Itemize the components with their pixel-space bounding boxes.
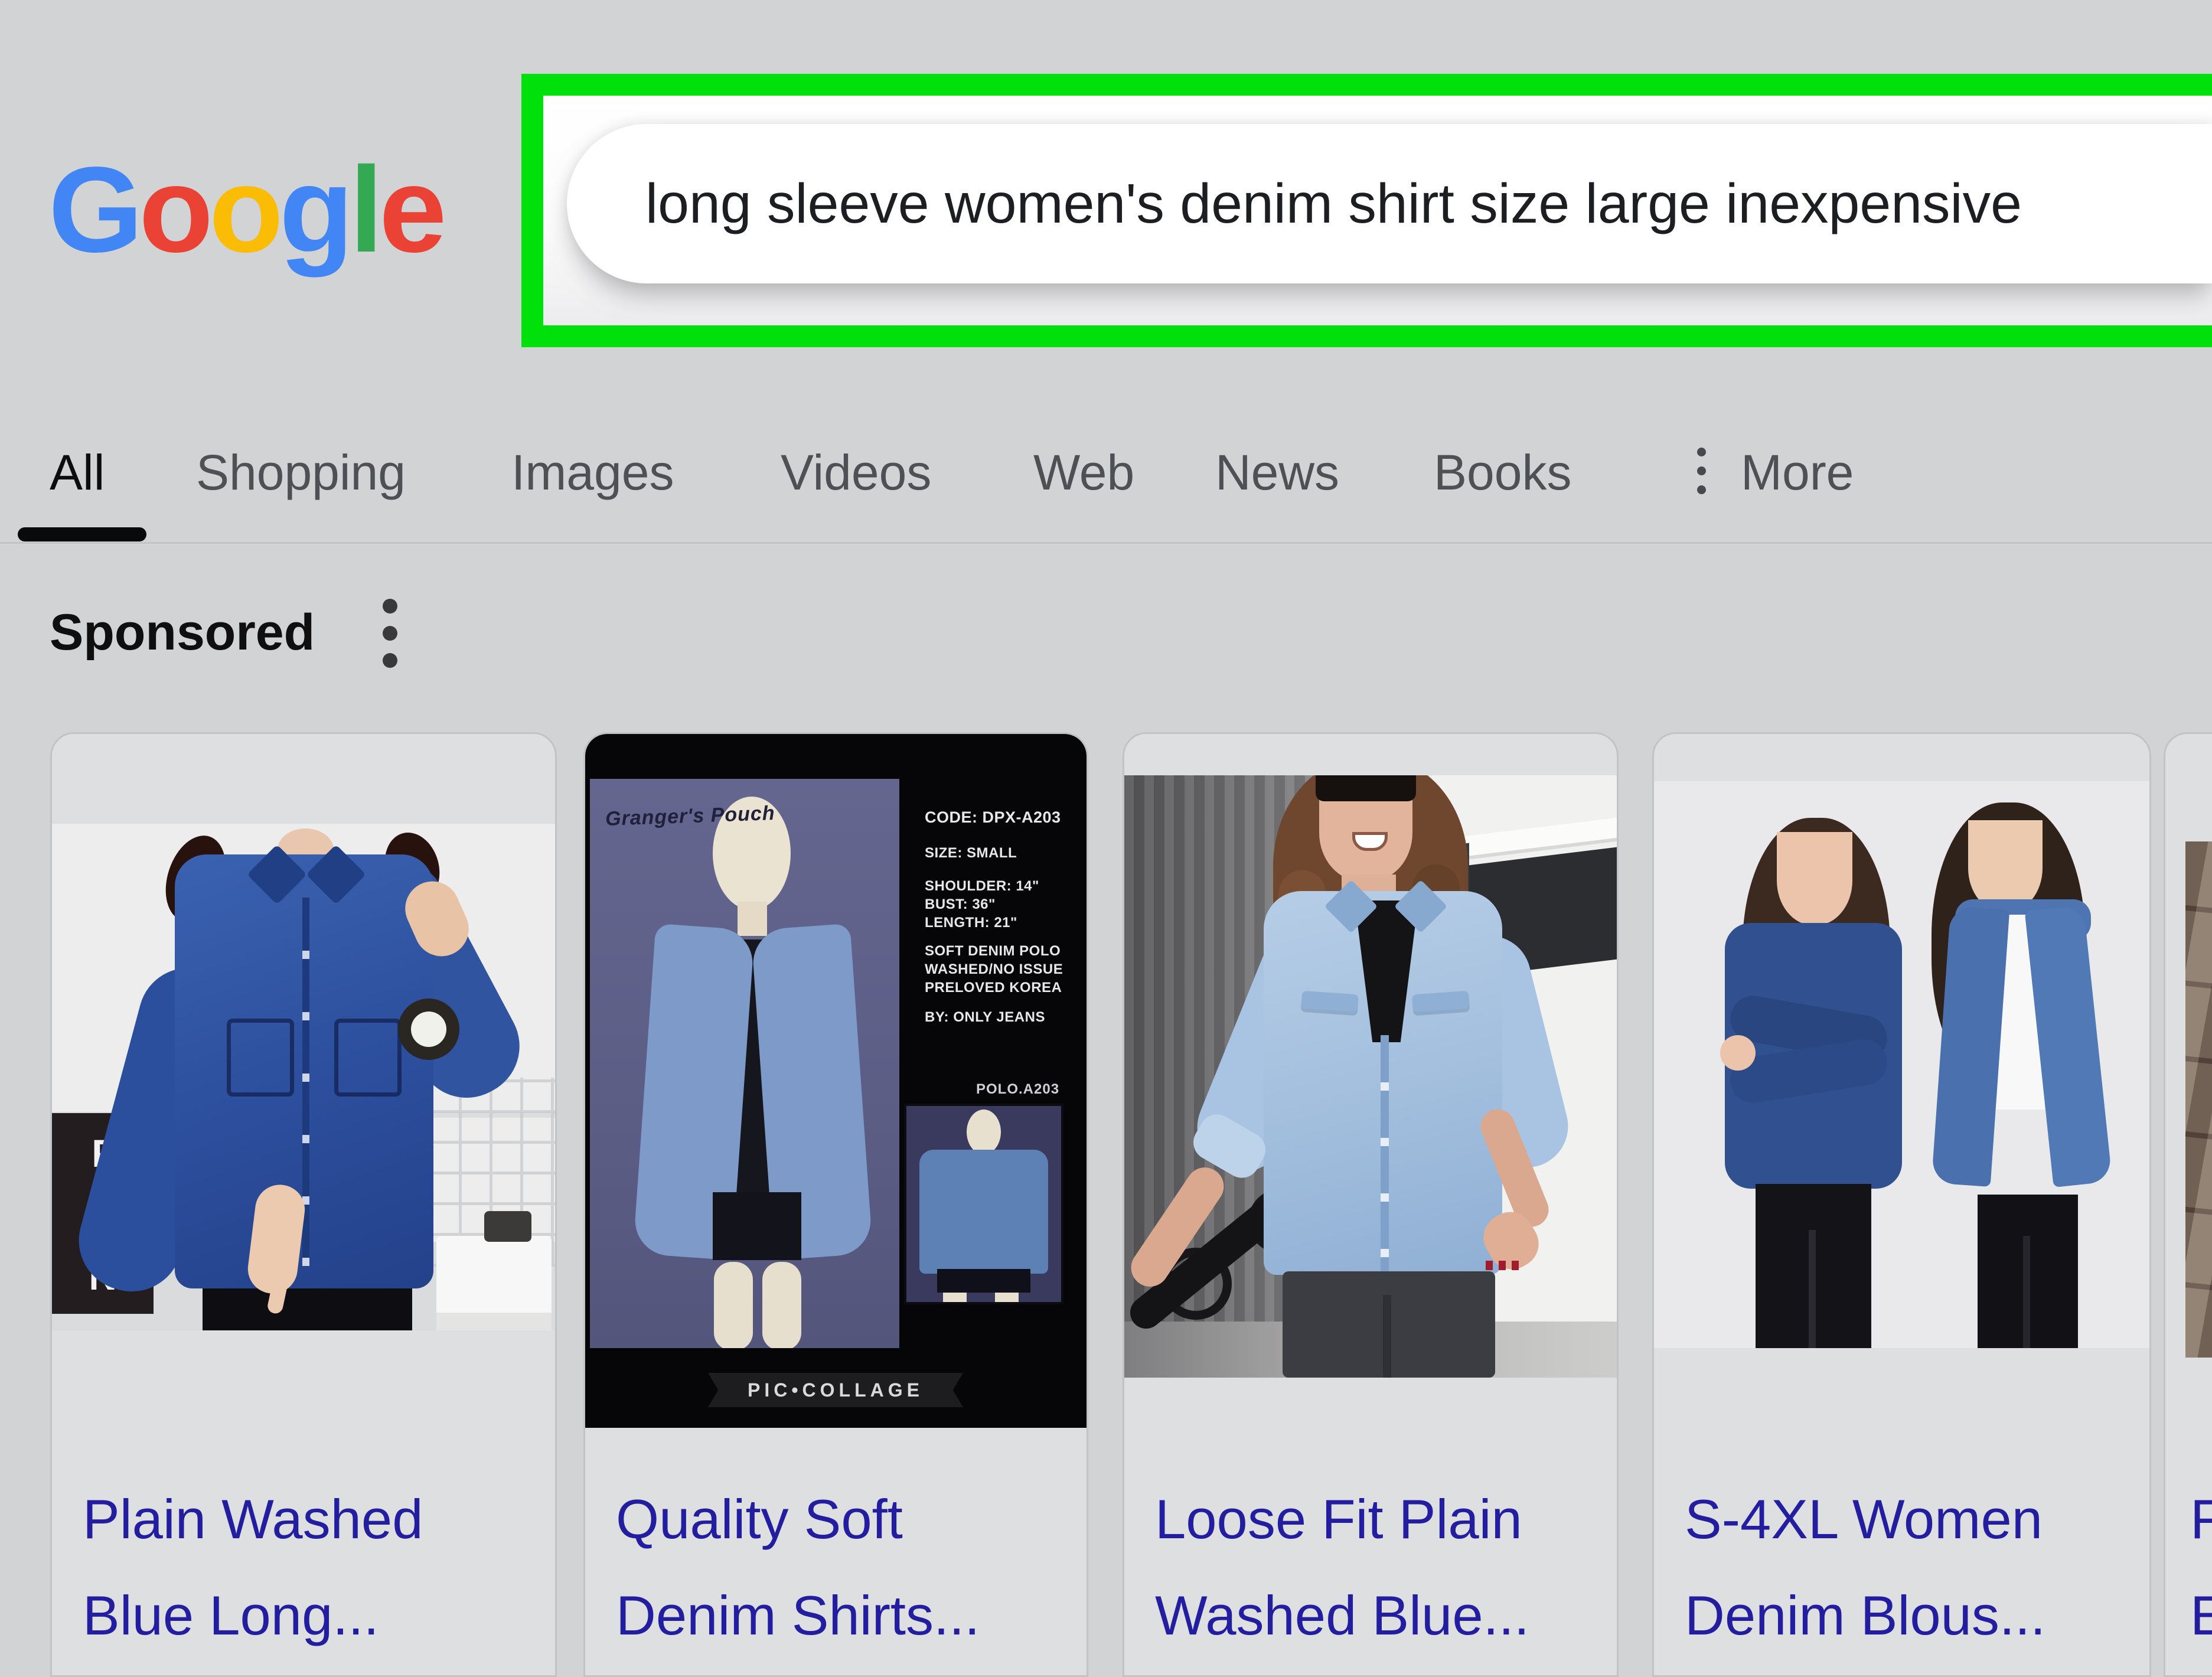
face-shape <box>1777 832 1852 925</box>
mannequin-leg-shape <box>943 1293 967 1304</box>
product-title[interactable]: Plain Washed Blue Long... <box>83 1471 540 1663</box>
two-models-photo-illustration <box>1654 781 2149 1348</box>
side-table-shape <box>436 1236 552 1330</box>
google-search-page: { "logo": { "letters": ["G", "o", "o", "… <box>0 0 2212 1658</box>
tab-books[interactable]: Books <box>1434 444 1571 501</box>
pocket-shape <box>227 1019 294 1097</box>
sunglasses-shape <box>1316 775 1416 801</box>
search-query-text[interactable]: long sleeve women's denim shirt size lar… <box>645 172 2022 236</box>
black-skirt-shape <box>937 1269 1030 1293</box>
product-title-line2[interactable]: Blue Long... <box>83 1567 540 1663</box>
pocket-shape <box>334 1019 402 1097</box>
description-line: SOFT DENIM POLO <box>925 942 1083 960</box>
logo-letter: g <box>279 142 350 278</box>
tab-web[interactable]: Web <box>1033 444 1134 501</box>
mannequin-neck-shape <box>738 902 767 936</box>
google-logo[interactable]: Google <box>48 149 443 270</box>
product-card[interactable]: Granger's Pouch CODE: DPX-A203 SIZE: SMA… <box>583 732 1088 1677</box>
tab-videos[interactable]: Videos <box>781 444 931 501</box>
product-image[interactable] <box>1654 734 2149 1428</box>
measurement-line: SHOULDER: 14" <box>925 877 1083 895</box>
logo-letter: l <box>350 142 379 278</box>
overlay-code-text: CODE: DPX-A203 <box>925 808 1083 827</box>
product-title-line2[interactable]: E <box>2190 1567 2212 1663</box>
description-line: WASHED/NO ISSUE <box>925 960 1083 978</box>
red-nails-shape <box>1486 1261 1521 1270</box>
product-image[interactable] <box>1124 734 1617 1428</box>
tab-more[interactable]: More <box>1741 444 1854 501</box>
product-title[interactable]: Quality Soft Denim Shirts... <box>616 1471 1071 1663</box>
overlay-measurements-text: SHOULDER: 14" BUST: 36" LENGTH: 21" <box>925 877 1083 932</box>
kebab-dot <box>383 653 397 668</box>
pic-collage-watermark: PIC•COLLAGE <box>708 1373 963 1407</box>
tab-shopping[interactable]: Shopping <box>196 444 406 501</box>
measurement-line: BUST: 36" <box>925 895 1083 913</box>
mannequin-photo-illustration: Granger's Pouch <box>590 779 899 1348</box>
description-line: PRELOVED KOREA <box>925 978 1083 997</box>
tab-news[interactable]: News <box>1215 444 1339 501</box>
product-title-line2[interactable]: Denim Blous... <box>1685 1567 2134 1663</box>
search-highlight-box: long sleeve women's denim shirt size lar… <box>521 74 2212 347</box>
mannequin-leg-shape <box>995 1293 1019 1304</box>
camera-shape <box>484 1211 531 1242</box>
logo-letter: o <box>209 142 279 278</box>
denim-shirt-back-shape <box>919 1150 1048 1274</box>
product-card-partial[interactable]: F E <box>2164 732 2212 1677</box>
product-image[interactable]: PA LO NE <box>52 734 555 1428</box>
model-on-stairs-photo-illustration <box>1124 775 1617 1378</box>
product-card[interactable]: S-4XL Women Denim Blous... <box>1652 732 2151 1677</box>
logo-letter: o <box>139 142 209 278</box>
mannequin-leg-shape <box>714 1262 753 1348</box>
product-title-line1[interactable]: S-4XL Women <box>1685 1471 2134 1567</box>
product-title[interactable]: F E <box>2190 1471 2212 1663</box>
product-title-line1[interactable]: F <box>2190 1471 2212 1567</box>
overlay-description-text: SOFT DENIM POLO WASHED/NO ISSUE PRELOVED… <box>925 942 1083 997</box>
measurement-line: LENGTH: 21" <box>925 913 1083 932</box>
search-box-area: long sleeve women's denim shirt size lar… <box>543 96 2212 325</box>
product-card[interactable]: PA LO NE Plain Washed Blue Long... <box>50 732 557 1677</box>
overlay-seller-text: BY: ONLY JEANS <box>925 1009 1083 1026</box>
pants-seam-shape <box>2023 1236 2030 1348</box>
face-shape <box>1968 820 2043 912</box>
overlay-photo-label: POLO.A203 <box>976 1081 1059 1098</box>
product-title-line2[interactable]: Denim Shirts... <box>616 1567 1071 1663</box>
product-title[interactable]: S-4XL Women Denim Blous... <box>1685 1471 2134 1663</box>
back-view-inset-photo <box>904 1104 1063 1304</box>
product-card[interactable]: Loose Fit Plain Washed Blue... <box>1123 732 1619 1677</box>
sponsored-label: Sponsored <box>50 603 315 662</box>
denim-shirt-photo-illustration: PA LO NE <box>52 824 555 1330</box>
product-title-line1[interactable]: Loose Fit Plain <box>1155 1471 1601 1567</box>
mannequin-leg-shape <box>762 1262 801 1348</box>
kebab-dot <box>383 599 397 614</box>
pants-seam-shape <box>1809 1230 1816 1348</box>
active-tab-underline <box>18 527 146 541</box>
product-image[interactable] <box>2165 734 2212 1428</box>
kebab-dot <box>383 626 397 641</box>
product-title-line2[interactable]: Washed Blue... <box>1155 1567 1601 1663</box>
sponsored-kebab-menu-button[interactable] <box>383 599 400 699</box>
black-shorts-shape <box>713 1192 801 1260</box>
logo-letter: e <box>379 142 443 278</box>
search-input[interactable]: long sleeve women's denim shirt size lar… <box>567 124 2212 283</box>
product-image[interactable]: Granger's Pouch CODE: DPX-A203 SIZE: SMA… <box>585 734 1087 1428</box>
product-title[interactable]: Loose Fit Plain Washed Blue... <box>1155 1471 1601 1663</box>
overlay-size-text: SIZE: SMALL <box>925 845 1083 862</box>
pants-seam-shape <box>1383 1295 1391 1378</box>
mannequin-head-shape <box>967 1110 1001 1154</box>
wrist-watch-shape <box>398 999 459 1060</box>
more-dots-icon <box>1697 448 1707 513</box>
product-title-line1[interactable]: Quality Soft <box>616 1471 1071 1567</box>
tab-images[interactable]: Images <box>511 444 674 501</box>
stone-texture-photo-illustration <box>2185 841 2212 1358</box>
logo-letter: G <box>48 142 139 278</box>
product-title-line1[interactable]: Plain Washed <box>83 1471 540 1567</box>
tab-all[interactable]: All <box>50 444 105 501</box>
tabs-divider <box>0 542 2212 544</box>
hand-shape <box>1720 1035 1756 1071</box>
button-placket-shape <box>1381 1035 1389 1271</box>
